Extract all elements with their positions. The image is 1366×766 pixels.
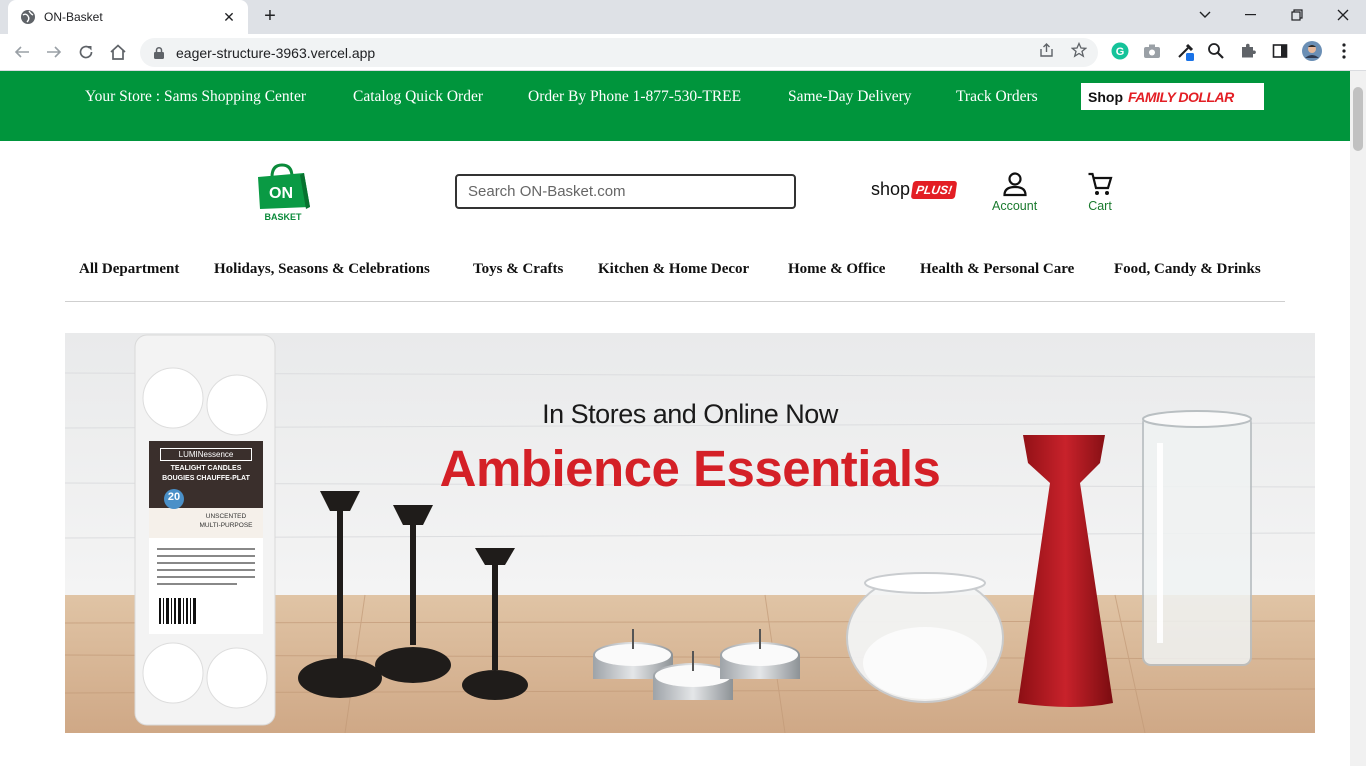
category-home-office[interactable]: Home & Office [788, 261, 885, 278]
browser-tab[interactable]: ON-Basket ✕ [8, 0, 248, 34]
account-label: Account [992, 199, 1038, 213]
category-health-personal-care[interactable]: Health & Personal Care [920, 261, 1074, 278]
cart-button[interactable]: Cart [1087, 171, 1113, 213]
lock-icon [154, 46, 164, 59]
hero-banner[interactable]: In Stores and Online Now Ambience Essent… [65, 333, 1315, 733]
url-text: eager-structure-3963.vercel.app [176, 44, 376, 61]
order-by-phone-link[interactable]: Order By Phone 1-877-530-TREE [528, 88, 741, 106]
shop-label: Shop [1088, 88, 1123, 105]
page-scrollbar[interactable] [1350, 71, 1366, 766]
address-bar[interactable]: eager-structure-3963.vercel.app [140, 38, 1098, 67]
banner-artwork [65, 333, 1315, 733]
browser-tab-bar: ON-Basket ✕ + [0, 0, 1366, 34]
back-icon[interactable] [10, 40, 34, 64]
package-desc1: UNSCENTED [205, 513, 247, 520]
nav-divider [65, 301, 1285, 302]
cart-label: Cart [1088, 199, 1112, 213]
minimize-icon[interactable] [1228, 0, 1274, 30]
cart-icon [1088, 172, 1113, 195]
same-day-delivery-link[interactable]: Same-Day Delivery [788, 88, 912, 106]
category-kitchen-home-decor[interactable]: Kitchen & Home Decor [598, 261, 749, 278]
account-button[interactable]: Account [992, 171, 1037, 213]
camera-icon[interactable] [1142, 41, 1162, 61]
package-line1: TEALIGHT CANDLES [170, 465, 242, 472]
shop-plus-badge: PLUS! [910, 180, 958, 199]
shop-family-dollar-button[interactable]: Shop FAMILY DOLLAR [1081, 83, 1264, 110]
close-tab-icon[interactable]: ✕ [220, 9, 238, 26]
zoom-icon[interactable] [1206, 41, 1226, 61]
extensions-puzzle-icon[interactable] [1238, 41, 1258, 61]
catalog-quick-order-link[interactable]: Catalog Quick Order [353, 88, 483, 106]
top-utility-bar: Your Store : Sams Shopping Center Catalo… [0, 71, 1350, 141]
search-input[interactable] [455, 174, 796, 209]
logo-text: ON [269, 185, 293, 202]
reload-icon[interactable] [74, 40, 98, 64]
chrome-menu-icon[interactable] [1334, 41, 1354, 61]
eyedropper-icon[interactable] [1176, 41, 1196, 61]
shop-plus-word: shop [871, 179, 911, 199]
share-icon[interactable] [1038, 41, 1056, 59]
scrollbar-thumb[interactable] [1353, 87, 1363, 151]
tab-title: ON-Basket [44, 10, 103, 24]
category-holidays[interactable]: Holidays, Seasons & Celebrations [214, 261, 430, 278]
category-food-candy-drinks[interactable]: Food, Candy & Drinks [1114, 261, 1261, 278]
forward-icon[interactable] [42, 40, 66, 64]
family-dollar-logo: FAMILY DOLLAR [1128, 88, 1234, 105]
package-desc2: MULTI-PURPOSE [199, 522, 253, 529]
package-brand: LUMINessence [160, 448, 252, 461]
svg-text:G: G [1116, 46, 1125, 58]
bookmark-star-icon[interactable] [1070, 41, 1088, 59]
category-nav: All Department Holidays, Seasons & Celeb… [0, 261, 1350, 283]
profile-avatar[interactable] [1302, 41, 1322, 61]
globe-icon [21, 10, 35, 24]
track-orders-link[interactable]: Track Orders [956, 88, 1038, 106]
new-tab-icon[interactable]: + [258, 5, 282, 29]
shop-plus-link[interactable]: shop PLUS! [871, 179, 958, 200]
package-count: 20 [167, 491, 181, 503]
store-link[interactable]: Your Store : Sams Shopping Center [85, 88, 306, 106]
grammarly-icon[interactable]: G [1110, 41, 1130, 61]
category-toys-crafts[interactable]: Toys & Crafts [473, 261, 563, 278]
category-all-department[interactable]: All Department [79, 261, 179, 278]
restore-icon[interactable] [1274, 0, 1320, 30]
web-page: Your Store : Sams Shopping Center Catalo… [0, 71, 1350, 766]
tab-search-chevron-icon[interactable] [1182, 0, 1228, 30]
on-basket-logo[interactable]: ON BASKET [254, 163, 312, 223]
side-panel-icon[interactable] [1270, 41, 1290, 61]
logo-subtext: BASKET [264, 212, 302, 222]
user-icon [1002, 172, 1027, 197]
package-line2: BOUGIES CHAUFFE-PLAT [162, 475, 250, 482]
banner-subtitle: In Stores and Online Now [542, 399, 838, 429]
home-icon[interactable] [106, 40, 130, 64]
close-window-icon[interactable] [1320, 0, 1366, 30]
